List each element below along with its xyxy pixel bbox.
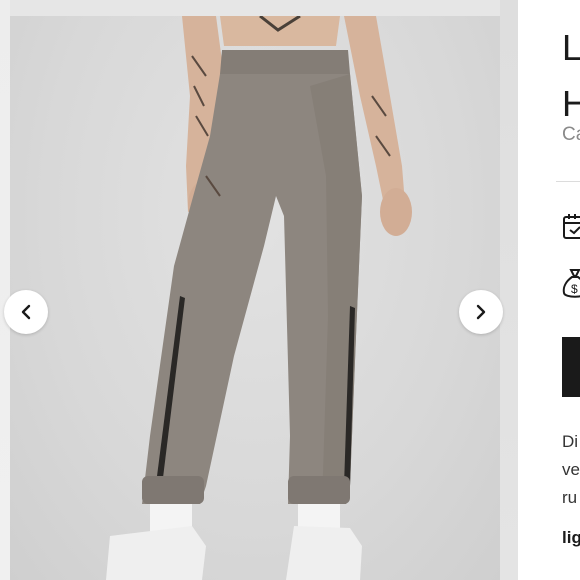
money-bag-icon: $ — [562, 269, 580, 298]
next-image-edge — [500, 0, 518, 580]
chevron-left-icon — [21, 304, 31, 320]
divider — [556, 181, 580, 182]
product-info-panel: L H Ca $ Di ve ru lig — [556, 0, 580, 580]
previous-image-edge — [0, 0, 10, 580]
product-category: Ca — [562, 124, 580, 145]
product-photo — [10, 16, 500, 580]
next-image-button[interactable] — [459, 290, 503, 334]
svg-text:$: $ — [571, 282, 578, 296]
add-to-bag-button[interactable] — [562, 337, 580, 397]
calendar-check-icon — [563, 214, 580, 239]
product-title: L H — [562, 27, 580, 124]
chevron-right-icon — [476, 304, 486, 320]
product-image-carousel — [0, 0, 518, 580]
product-feature: lig — [562, 528, 580, 547]
previous-image-button[interactable] — [4, 290, 48, 334]
product-description: Di ve ru — [562, 432, 580, 507]
